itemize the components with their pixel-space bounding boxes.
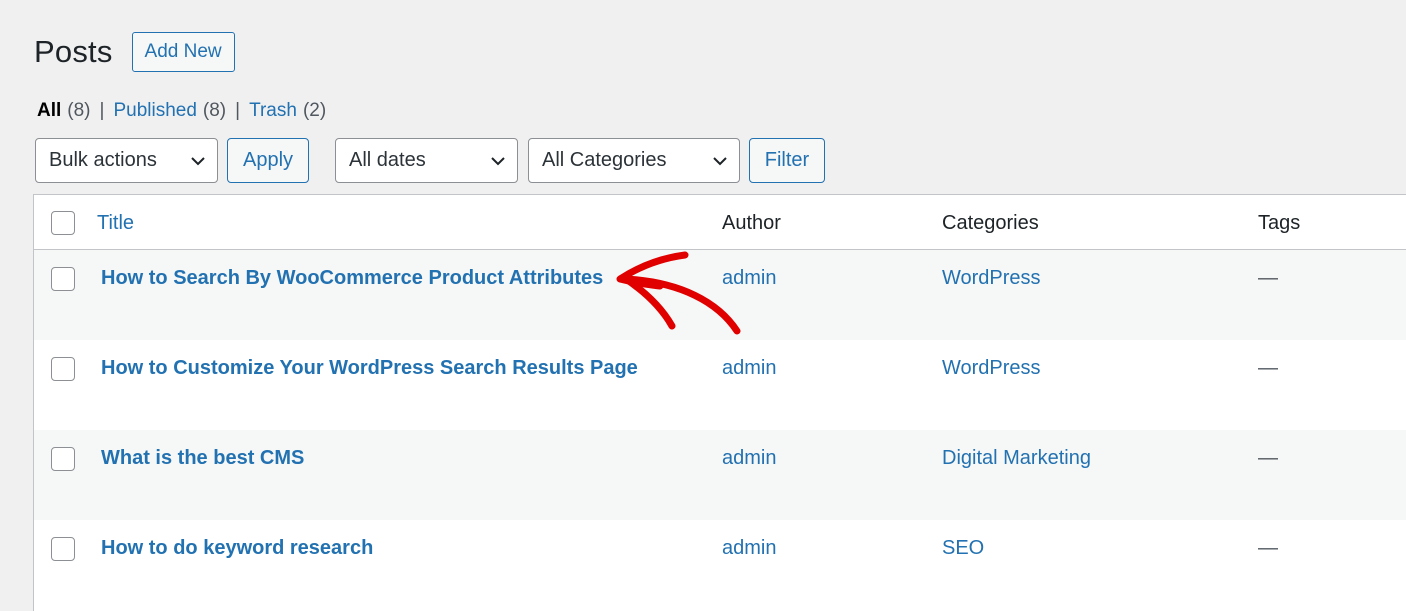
post-title-link[interactable]: How to Search By WooCommerce Product Att…	[101, 267, 603, 290]
view-all-label[interactable]: All	[37, 100, 61, 122]
dates-value: All dates	[349, 149, 426, 171]
select-all-checkbox[interactable]	[51, 211, 75, 235]
view-separator: |	[99, 100, 105, 121]
post-author-link[interactable]: admin	[722, 357, 776, 380]
post-tags: —	[1258, 357, 1278, 379]
row-checkbox[interactable]	[51, 537, 75, 561]
categories-value: All Categories	[542, 149, 667, 171]
post-category-link[interactable]: WordPress	[942, 267, 1041, 290]
post-title-link[interactable]: How to Customize Your WordPress Search R…	[101, 357, 638, 380]
column-categories: Categories	[942, 212, 1039, 234]
post-author-link[interactable]: admin	[722, 537, 776, 560]
view-trash-link[interactable]: Trash	[249, 100, 297, 122]
posts-screen: Posts Add New All (8) | Published (8) | …	[0, 0, 1406, 611]
view-published-link[interactable]: Published	[113, 100, 196, 122]
posts-table: Title Author Categories Tags How to Sear…	[33, 194, 1406, 611]
view-published-count: (8)	[202, 100, 227, 121]
post-author-link[interactable]: admin	[722, 267, 776, 290]
post-category-link[interactable]: SEO	[942, 537, 984, 560]
post-category-link[interactable]: WordPress	[942, 357, 1041, 380]
post-tags: —	[1258, 447, 1278, 469]
table-row: How to Customize Your WordPress Search R…	[34, 340, 1406, 430]
post-category-link[interactable]: Digital Marketing	[942, 447, 1091, 470]
chevron-down-icon	[491, 156, 505, 165]
dates-select[interactable]: All dates	[335, 138, 518, 183]
table-nav: Bulk actions Apply All dates All Categor…	[35, 138, 825, 183]
apply-button[interactable]: Apply	[227, 138, 309, 183]
chevron-down-icon	[191, 156, 205, 165]
table-header: Title Author Categories Tags	[34, 195, 1406, 250]
post-title-link[interactable]: What is the best CMS	[101, 447, 304, 470]
row-checkbox[interactable]	[51, 447, 75, 471]
view-trash-count: (2)	[302, 100, 327, 121]
post-tags: —	[1258, 267, 1278, 289]
page-header: Posts Add New	[34, 32, 235, 72]
column-author: Author	[722, 212, 781, 234]
bulk-actions-select[interactable]: Bulk actions	[35, 138, 218, 183]
table-row: How to Search By WooCommerce Product Att…	[34, 250, 1406, 340]
post-tags: —	[1258, 537, 1278, 559]
view-all-count: (8)	[67, 100, 91, 121]
column-title[interactable]: Title	[97, 212, 134, 235]
table-row: What is the best CMS admin Digital Marke…	[34, 430, 1406, 520]
page-title: Posts	[34, 34, 113, 69]
post-title-link[interactable]: How to do keyword research	[101, 537, 373, 560]
row-checkbox[interactable]	[51, 267, 75, 291]
post-status-views: All (8) | Published (8) | Trash (2)	[37, 100, 326, 122]
bulk-actions-value: Bulk actions	[49, 149, 157, 171]
filter-button[interactable]: Filter	[749, 138, 825, 183]
categories-select[interactable]: All Categories	[528, 138, 740, 183]
table-row: How to do keyword research admin SEO —	[34, 520, 1406, 610]
view-separator: |	[235, 100, 241, 121]
chevron-down-icon	[713, 156, 727, 165]
post-author-link[interactable]: admin	[722, 447, 776, 470]
column-tags: Tags	[1258, 212, 1301, 234]
row-checkbox[interactable]	[51, 357, 75, 381]
add-new-button[interactable]: Add New	[131, 32, 235, 72]
